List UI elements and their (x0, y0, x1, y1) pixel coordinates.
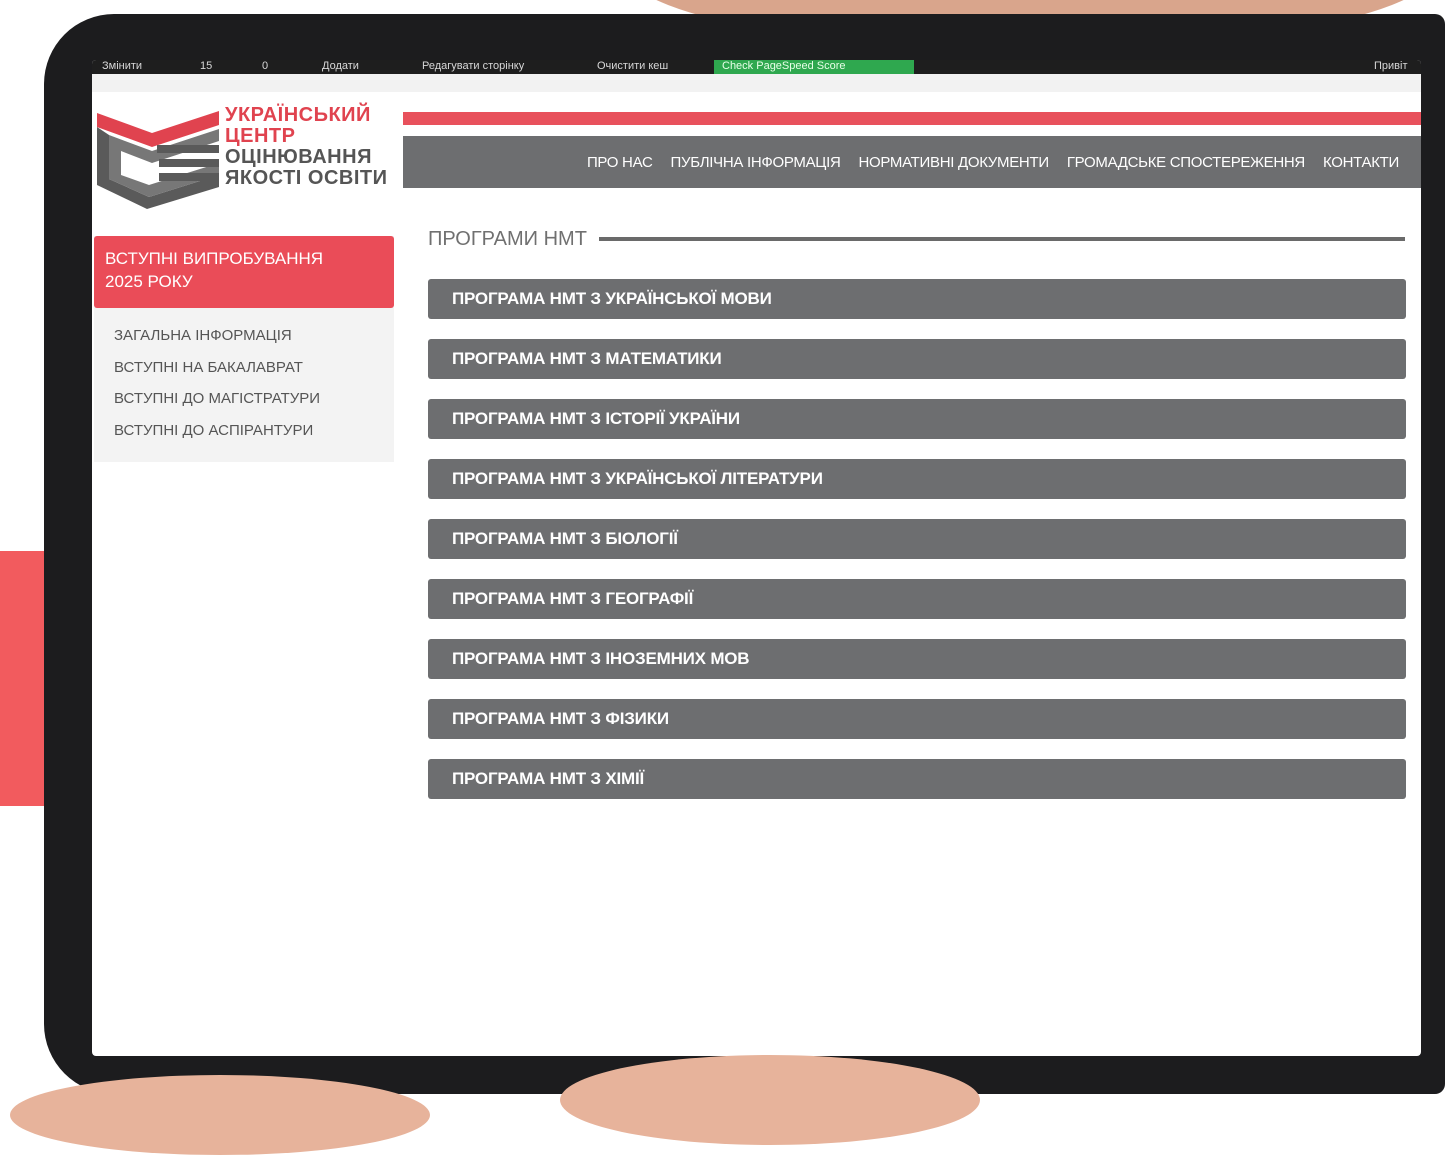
logo-line: УКРАЇНСЬКИЙ (225, 104, 371, 126)
admin-greeting[interactable]: Привіт (1374, 60, 1408, 72)
admin-item[interactable]: Додати (322, 60, 359, 72)
decorative-red-bar (0, 551, 46, 806)
logo-line: ЯКОСТІ ОСВІТИ (225, 167, 388, 189)
accent-bar (403, 112, 1421, 125)
hand-bottom-left (10, 1075, 430, 1155)
admin-item[interactable]: Редагувати сторінку (422, 60, 524, 72)
nav-item-documents[interactable]: НОРМАТИВНІ ДОКУМЕНТИ (858, 154, 1049, 171)
program-button-math[interactable]: ПРОГРАМА НМТ З МАТЕМАТИКИ (428, 339, 1406, 379)
admin-item[interactable]: Очистити кеш (597, 60, 668, 72)
sidebar-item-general[interactable]: ЗАГАЛЬНА ІНФОРМАЦІЯ (114, 326, 320, 358)
program-button-history[interactable]: ПРОГРАМА НМТ З ІСТОРІЇ УКРАЇНИ (428, 399, 1406, 439)
logo-emblem-icon (97, 111, 219, 209)
admin-item[interactable]: Змінити (102, 60, 142, 72)
sidebar-header[interactable]: ВСТУПНІ ВИПРОБУВАННЯ 2025 РОКУ (94, 236, 394, 308)
nav-item-contacts[interactable]: КОНТАКТИ (1323, 154, 1399, 171)
header-strip (92, 74, 1421, 92)
admin-bar: Змінити 15 0 Додати Редагувати сторінку … (92, 60, 1421, 74)
sidebar-item-master[interactable]: ВСТУПНІ ДО МАГІСТРАТУРИ (114, 389, 320, 421)
logo-line: ЦЕНТР (225, 125, 296, 147)
program-button-ukrainian-language[interactable]: ПРОГРАМА НМТ З УКРАЇНСЬКОЇ МОВИ (428, 279, 1406, 319)
program-button-biology[interactable]: ПРОГРАМА НМТ З БІОЛОГІЇ (428, 519, 1406, 559)
section-title: ПРОГРАМИ НМТ (428, 228, 587, 250)
admin-item[interactable]: 0 (262, 60, 268, 72)
section-divider (599, 237, 1405, 241)
sidebar-list: ЗАГАЛЬНА ІНФОРМАЦІЯ ВСТУПНІ НА БАКАЛАВРА… (114, 326, 320, 452)
hand-bottom-right (560, 1055, 980, 1145)
sidebar-item-bachelor[interactable]: ВСТУПНІ НА БАКАЛАВРАТ (114, 358, 320, 390)
program-list: ПРОГРАМА НМТ З УКРАЇНСЬКОЇ МОВИ ПРОГРАМА… (428, 279, 1406, 819)
nav-item-observation[interactable]: ГРОМАДСЬКЕ СПОСТЕРЕЖЕННЯ (1067, 154, 1305, 171)
program-button-foreign-languages[interactable]: ПРОГРАМА НМТ З ІНОЗЕМНИХ МОВ (428, 639, 1406, 679)
nav-item-public-info[interactable]: ПУБЛІЧНА ІНФОРМАЦІЯ (671, 154, 841, 171)
program-button-geography[interactable]: ПРОГРАМА НМТ З ГЕОГРАФІЇ (428, 579, 1406, 619)
nav-item-about[interactable]: ПРО НАС (587, 154, 653, 171)
site-logo[interactable]: УКРАЇНСЬКИЙ ЦЕНТР ОЦІНЮВАННЯ ЯКОСТІ ОСВІ… (97, 105, 402, 215)
main-nav: ПРО НАС ПУБЛІЧНА ІНФОРМАЦІЯ НОРМАТИВНІ Д… (403, 136, 1421, 188)
tablet-screen: Змінити 15 0 Додати Редагувати сторінку … (92, 60, 1421, 1056)
program-button-physics[interactable]: ПРОГРАМА НМТ З ФІЗИКИ (428, 699, 1406, 739)
sidebar: ВСТУПНІ ВИПРОБУВАННЯ 2025 РОКУ ЗАГАЛЬНА … (94, 236, 394, 462)
program-button-literature[interactable]: ПРОГРАМА НМТ З УКРАЇНСЬКОЇ ЛІТЕРАТУРИ (428, 459, 1406, 499)
admin-item[interactable]: 15 (200, 60, 212, 72)
logo-line: ОЦІНЮВАННЯ (225, 146, 372, 168)
sidebar-item-phd[interactable]: ВСТУПНІ ДО АСПІРАНТУРИ (114, 421, 320, 453)
pagespeed-button[interactable]: Check PageSpeed Score (714, 60, 914, 74)
sidebar-header-line: ВСТУПНІ ВИПРОБУВАННЯ (105, 249, 324, 268)
program-button-chemistry[interactable]: ПРОГРАМА НМТ З ХІМІЇ (428, 759, 1406, 799)
sidebar-header-line: 2025 РОКУ (105, 272, 193, 291)
